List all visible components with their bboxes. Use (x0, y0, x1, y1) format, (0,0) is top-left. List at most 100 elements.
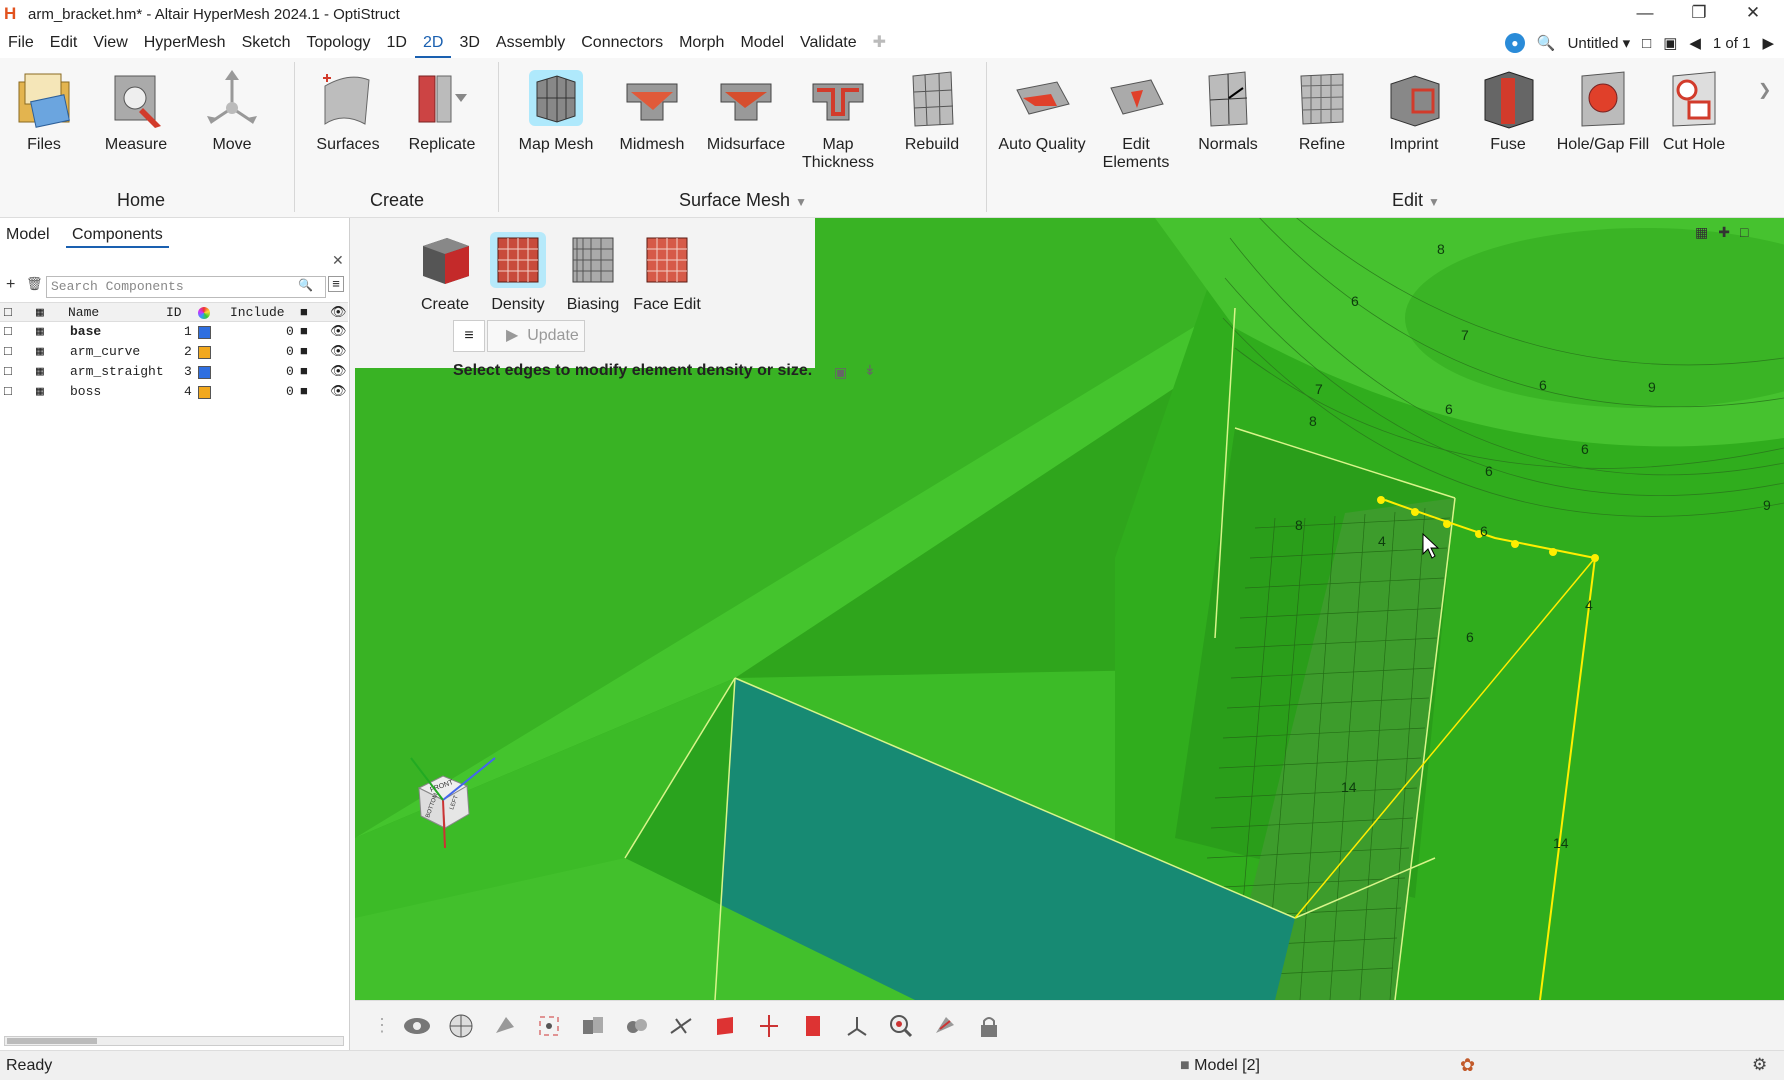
measure-view-icon[interactable] (927, 1011, 963, 1041)
edge-label[interactable]: 4 (1378, 533, 1386, 549)
normals-button[interactable]: Normals (1182, 68, 1274, 154)
display-mode-icon[interactable]: ■ (300, 324, 308, 339)
edge-label[interactable]: 6 (1581, 441, 1589, 457)
rotate-icon[interactable] (487, 1011, 523, 1041)
edge-label[interactable]: 14 (1341, 779, 1357, 795)
cut-hole-button[interactable]: Cut Hole (1648, 68, 1740, 154)
display-mode-icon[interactable]: ■ (300, 344, 308, 359)
zoom-icon[interactable] (883, 1011, 919, 1041)
files-button[interactable]: Files (0, 68, 90, 154)
ribbon-scroll-right-icon[interactable]: ❯ (1758, 80, 1771, 100)
maximize-icon[interactable]: □ (1740, 224, 1748, 241)
visibility-eye-icon[interactable]: 👁 (330, 384, 347, 399)
section-cut-icon[interactable] (663, 1011, 699, 1041)
edge-label[interactable]: 6 (1539, 377, 1547, 393)
column-include[interactable]: Include (230, 305, 285, 320)
density-button[interactable]: Density (478, 232, 558, 314)
menu-morph[interactable]: Morph (671, 28, 732, 58)
expand-chevron-icon[interactable]: ↡ (864, 362, 876, 379)
edge-label[interactable]: 7 (1315, 381, 1323, 397)
menu-connectors[interactable]: Connectors (573, 28, 671, 58)
tab-model[interactable]: Model (0, 224, 56, 246)
menu-view[interactable]: View (85, 28, 135, 58)
menu-assembly[interactable]: Assembly (488, 28, 573, 58)
menu-3d[interactable]: 3D (451, 28, 487, 58)
chat-icon[interactable]: ● (1504, 33, 1525, 53)
table-row[interactable]: □ ▦ boss 4 0 ■ 👁 (0, 382, 348, 402)
settings-gear-icon[interactable]: ⚙ (1752, 1055, 1767, 1075)
page-prev-icon[interactable]: ◀ (1689, 34, 1701, 52)
table-row[interactable]: □ ▦ arm_curve 2 0 ■ 👁 (0, 342, 348, 362)
visibility-eye-icon[interactable]: 👁 (330, 364, 347, 379)
window-layout-icon[interactable]: □ (1642, 35, 1651, 52)
rebuild-button[interactable]: Rebuild (886, 68, 978, 154)
component-color-swatch[interactable] (198, 346, 211, 359)
menu-validate[interactable]: Validate (792, 28, 865, 58)
edge-label[interactable]: 6 (1351, 293, 1359, 309)
close-button[interactable]: ✕ (1726, 0, 1780, 28)
video-help-icon[interactable]: ▣ (834, 364, 847, 381)
edge-label[interactable]: 8 (1309, 413, 1317, 429)
add-ribbon-icon[interactable]: ✚ (865, 28, 894, 58)
auto-quality-button[interactable]: Auto Quality (996, 68, 1088, 154)
close-panel-icon[interactable]: ✕ (332, 252, 344, 269)
viewport-layout-icon[interactable]: ▦ (1695, 224, 1708, 241)
globe-view-icon[interactable] (443, 1011, 479, 1041)
visibility-eye-icon[interactable]: 👁 (330, 344, 347, 359)
axis-icon[interactable] (839, 1011, 875, 1041)
edge-label[interactable]: 9 (1648, 379, 1656, 395)
delete-component-icon[interactable]: 🗑 (26, 276, 43, 292)
clip-plane-icon[interactable] (795, 1011, 831, 1041)
explode-icon[interactable] (751, 1011, 787, 1041)
pan-icon[interactable]: ✚ (1718, 224, 1730, 241)
column-name[interactable]: Name (68, 305, 99, 320)
face-edit-button[interactable]: Face Edit (627, 232, 707, 314)
edge-label[interactable]: 8 (1295, 517, 1303, 533)
edit-elements-button[interactable]: Edit Elements (1090, 68, 1182, 172)
edge-label[interactable]: 6 (1480, 523, 1488, 539)
measure-button[interactable]: Measure (90, 68, 182, 154)
search-icon[interactable]: 🔍 (1537, 34, 1556, 52)
row-checkbox-icon[interactable]: □ (4, 364, 12, 379)
map-mesh-button[interactable]: Map Mesh (510, 68, 602, 154)
density-create-button[interactable]: Create (405, 232, 485, 314)
refine-button[interactable]: Refine (1276, 68, 1368, 154)
options-menu-icon[interactable]: ≡ (453, 320, 485, 352)
biasing-button[interactable]: Biasing (553, 232, 633, 314)
group-surface-mesh[interactable]: Surface Mesh ▼ (679, 190, 807, 211)
edge-label[interactable]: 8 (1437, 241, 1445, 257)
column-id[interactable]: ID (166, 305, 182, 320)
filter-icon[interactable]: ≡ (328, 276, 344, 292)
fuse-button[interactable]: Fuse (1462, 68, 1554, 154)
update-button[interactable]: ▶ Update (487, 320, 585, 352)
row-checkbox-icon[interactable]: □ (4, 324, 12, 339)
move-button[interactable]: Move (186, 68, 278, 154)
menu-file[interactable]: File (0, 28, 42, 58)
model-indicator[interactable]: ■ Model [2] (1180, 1057, 1260, 1075)
menu-edit[interactable]: Edit (42, 28, 86, 58)
map-thickness-button[interactable]: Map Thickness (792, 68, 884, 172)
edge-label[interactable]: 6 (1485, 463, 1493, 479)
replicate-button[interactable]: Replicate (396, 68, 488, 154)
fit-view-icon[interactable] (531, 1011, 567, 1041)
group-edit[interactable]: Edit ▼ (1392, 190, 1440, 211)
scrollbar-thumb[interactable] (7, 1038, 97, 1044)
horizontal-scrollbar[interactable] (4, 1036, 344, 1046)
lock-icon[interactable] (971, 1011, 1007, 1041)
imprint-button[interactable]: Imprint (1368, 68, 1460, 154)
row-checkbox-icon[interactable]: □ (4, 384, 12, 399)
component-color-swatch[interactable] (198, 386, 211, 399)
table-row[interactable]: □ ▦ base 1 0 ■ 👁 (0, 322, 348, 342)
table-row[interactable]: □ ▦ arm_straight 3 0 ■ 👁 (0, 362, 348, 382)
menu-hypermesh[interactable]: HyperMesh (136, 28, 234, 58)
midsurface-button[interactable]: Midsurface (700, 68, 792, 154)
component-color-swatch[interactable] (198, 366, 211, 379)
save-session-icon[interactable]: ▣ (1663, 34, 1677, 52)
display-mode-icon[interactable]: ■ (300, 384, 308, 399)
tab-components[interactable]: Components (66, 224, 169, 248)
component-color-swatch[interactable] (198, 326, 211, 339)
visibility-eye-icon[interactable]: 👁 (330, 324, 347, 339)
edge-label[interactable]: 7 (1461, 327, 1469, 343)
session-dropdown[interactable]: Untitled ▾ (1568, 34, 1631, 52)
select-all-icon[interactable]: □ (4, 305, 12, 320)
